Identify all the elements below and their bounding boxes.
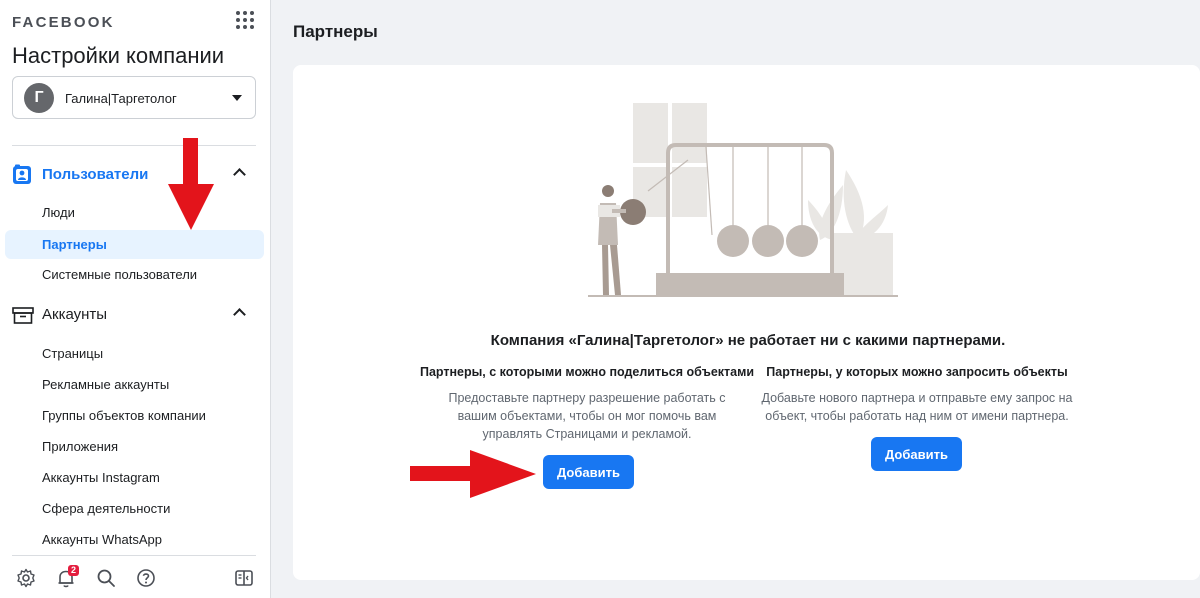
sidebar-item-business-asset-groups[interactable]: Группы объектов компании (5, 401, 264, 430)
avatar: Г (24, 83, 54, 113)
sidebar-item-ad-accounts[interactable]: Рекламные аккаунты (5, 370, 264, 399)
sidebar-item-people[interactable]: Люди (5, 198, 264, 227)
section-users-header[interactable]: Пользователи (12, 162, 256, 188)
caret-down-icon (232, 95, 242, 101)
partners-empty-card: Компания «Галина|Таргетолог» не работает… (293, 65, 1200, 580)
chevron-up-icon (233, 308, 246, 321)
business-account-selector[interactable]: Г Галина|Таргетолог (12, 76, 256, 119)
panel-toggle-icon[interactable] (234, 568, 254, 588)
divider (12, 555, 256, 556)
share-assets-column: Партнеры, с которыми можно поделиться об… (415, 365, 759, 443)
newtons-cradle-illustration (588, 103, 898, 297)
sidebar-item-partners[interactable]: Партнеры (5, 230, 264, 259)
sidebar-item-system-users[interactable]: Системные пользователи (5, 260, 264, 289)
sidebar: FACEBOOK Настройки компании Г Галина|Тар… (0, 0, 271, 598)
business-settings-title: Настройки компании (12, 43, 225, 68)
account-name: Галина|Таргетолог (65, 91, 177, 106)
page-title: Партнеры (293, 22, 378, 41)
facebook-logo[interactable]: FACEBOOK (12, 14, 115, 31)
section-accounts-header[interactable]: Аккаунты (12, 302, 256, 328)
sidebar-item-lines-of-business[interactable]: Сфера деятельности (5, 494, 264, 523)
add-partner-request-button[interactable]: Добавить (871, 437, 962, 471)
accounts-box-icon (12, 307, 34, 324)
sidebar-footer (0, 558, 271, 598)
section-users-label: Пользователи (42, 166, 149, 183)
sidebar-item-apps[interactable]: Приложения (5, 432, 264, 461)
apps-grid-icon[interactable] (236, 11, 254, 29)
share-assets-description: Предоставьте партнеру разрешение работат… (448, 391, 726, 442)
users-icon (13, 164, 31, 184)
sidebar-item-instagram-accounts[interactable]: Аккаунты Instagram (5, 463, 264, 492)
search-icon[interactable] (96, 568, 116, 588)
help-icon[interactable] (136, 568, 156, 588)
sidebar-item-pages[interactable]: Страницы (5, 339, 264, 368)
add-partner-share-button[interactable]: Добавить (543, 455, 634, 489)
request-assets-column: Партнеры, у которых можно запросить объе… (761, 365, 1073, 425)
annotation-arrow-right-icon (410, 450, 536, 498)
annotation-arrow-down-icon (168, 138, 214, 230)
request-assets-description: Добавьте нового партнера и отправьте ему… (761, 391, 1073, 424)
gear-icon[interactable] (16, 568, 36, 588)
divider (12, 145, 256, 146)
section-accounts-label: Аккаунты (42, 306, 108, 323)
request-assets-title: Партнеры, у которых можно запросить объе… (766, 365, 1068, 379)
share-assets-title: Партнеры, с которыми можно поделиться об… (419, 365, 755, 379)
chevron-up-icon (233, 168, 246, 181)
empty-state-title: Компания «Галина|Таргетолог» не работает… (490, 332, 1006, 349)
notifications-badge: 2 (68, 565, 80, 576)
sidebar-item-whatsapp-accounts[interactable]: Аккаунты WhatsApp (5, 525, 264, 554)
